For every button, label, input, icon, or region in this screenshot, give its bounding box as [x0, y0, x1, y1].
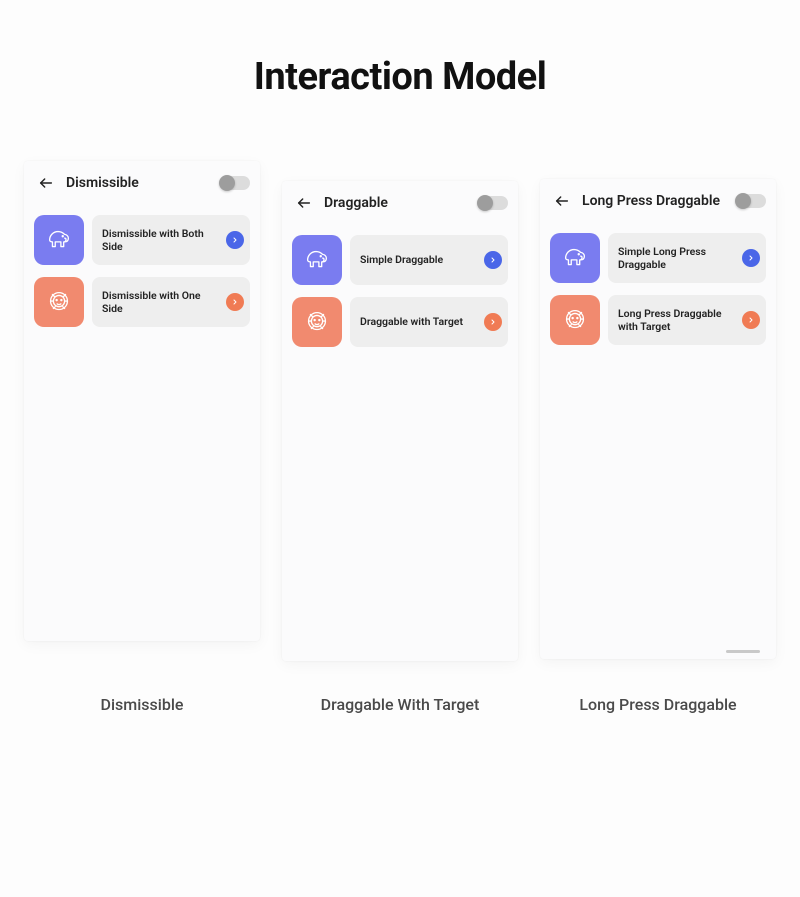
back-button[interactable] — [550, 189, 574, 213]
chevron-button[interactable] — [484, 313, 502, 331]
chevron-right-icon — [489, 256, 497, 264]
item-label: Simple Draggable — [360, 253, 478, 266]
lion-icon — [560, 305, 590, 335]
item-label: Dismissible with Both Side — [102, 227, 220, 253]
item-card[interactable]: Draggable with Target — [350, 297, 508, 347]
appbar-title: Draggable — [324, 195, 470, 211]
elephant-icon — [302, 245, 332, 275]
back-button[interactable] — [34, 171, 58, 195]
appbar-title: Dismissible — [66, 175, 212, 191]
chevron-right-icon — [747, 254, 755, 262]
theme-toggle[interactable] — [736, 194, 766, 208]
item-card[interactable]: Dismissible with Both Side — [92, 215, 250, 265]
appbar-title: Long Press Draggable — [582, 193, 728, 209]
chevron-right-icon — [231, 236, 239, 244]
list-item: Long Press Draggable with Target — [550, 295, 766, 345]
avatar-elephant — [550, 233, 600, 283]
phone-draggable: Draggable Simple Draggable — [282, 181, 518, 661]
item-card[interactable]: Simple Draggable — [350, 235, 508, 285]
list: Dismissible with Both Side — [24, 205, 260, 327]
list: Simple Draggable — [282, 225, 518, 347]
list-item: Draggable with Target — [292, 297, 508, 347]
theme-toggle[interactable] — [478, 196, 508, 210]
chevron-button[interactable] — [742, 249, 760, 267]
chevron-button[interactable] — [226, 231, 244, 249]
avatar-elephant — [292, 235, 342, 285]
avatar-lion — [292, 297, 342, 347]
avatar-elephant — [34, 215, 84, 265]
arrow-left-icon — [554, 193, 570, 209]
list: Simple Long Press Draggable — [540, 223, 776, 345]
caption: Dismissible — [24, 695, 260, 714]
chevron-button[interactable] — [484, 251, 502, 269]
item-label: Long Press Draggable with Target — [618, 307, 736, 333]
avatar-lion — [550, 295, 600, 345]
list-item: Dismissible with One Side — [34, 277, 250, 327]
lion-icon — [44, 287, 74, 317]
item-label: Dismissible with One Side — [102, 289, 220, 315]
chevron-right-icon — [489, 318, 497, 326]
chevron-right-icon — [747, 316, 755, 324]
arrow-left-icon — [296, 195, 312, 211]
theme-toggle[interactable] — [220, 176, 250, 190]
elephant-icon — [560, 243, 590, 273]
caption: Draggable With Target — [282, 695, 518, 714]
avatar-lion — [34, 277, 84, 327]
appbar: Dismissible — [24, 161, 260, 205]
lion-icon — [302, 307, 332, 337]
item-label: Draggable with Target — [360, 315, 478, 328]
phone-long-press-draggable: Long Press Draggable Simple Long Press D… — [540, 179, 776, 659]
list-item: Dismissible with Both Side — [34, 215, 250, 265]
home-indicator — [726, 650, 760, 653]
elephant-icon — [44, 225, 74, 255]
item-card[interactable]: Dismissible with One Side — [92, 277, 250, 327]
list-item: Simple Long Press Draggable — [550, 233, 766, 283]
chevron-button[interactable] — [742, 311, 760, 329]
item-card[interactable]: Simple Long Press Draggable — [608, 233, 766, 283]
back-button[interactable] — [292, 191, 316, 215]
item-card[interactable]: Long Press Draggable with Target — [608, 295, 766, 345]
item-label: Simple Long Press Draggable — [618, 245, 736, 271]
captions-row: Dismissible Draggable With Target Long P… — [0, 695, 800, 714]
caption: Long Press Draggable — [540, 695, 776, 714]
arrow-left-icon — [38, 175, 54, 191]
phone-dismissible: Dismissible Dismissible with Both Side — [24, 161, 260, 641]
chevron-right-icon — [231, 298, 239, 306]
phones-row: Dismissible Dismissible with Both Side — [0, 169, 800, 661]
appbar: Draggable — [282, 181, 518, 225]
page-title: Interaction Model — [0, 55, 800, 99]
chevron-button[interactable] — [226, 293, 244, 311]
list-item: Simple Draggable — [292, 235, 508, 285]
appbar: Long Press Draggable — [540, 179, 776, 223]
